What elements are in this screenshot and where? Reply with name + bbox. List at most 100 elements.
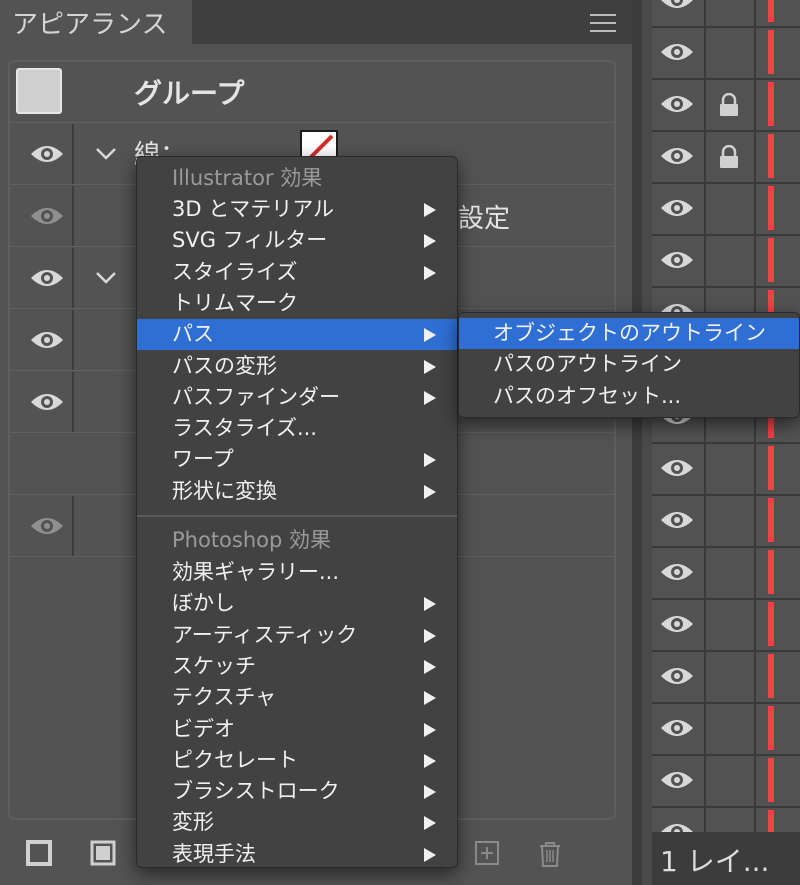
menu-item-illustrator-effect[interactable]: 3D とマテリアル — [137, 194, 457, 225]
group-row[interactable] — [10, 62, 614, 123]
layer-row[interactable] — [652, 704, 800, 756]
submenu-arrow-icon — [424, 816, 436, 831]
submenu-arrow-icon — [424, 597, 436, 612]
layer-row[interactable] — [652, 0, 800, 28]
layer-color-indicator — [768, 446, 774, 490]
menu-item-label: ブラシストローク — [172, 779, 340, 804]
submenu-arrow-icon — [424, 722, 436, 737]
chevron-down-icon[interactable] — [94, 144, 118, 164]
menu-item-photoshop-effect[interactable]: 効果ギャラリー... — [137, 557, 457, 588]
menu-item-path-effect[interactable]: パスのアウトライン — [459, 349, 799, 380]
layer-divider — [704, 652, 706, 702]
chevron-down-icon[interactable] — [94, 268, 118, 288]
layer-visibility-eye-icon[interactable] — [660, 0, 694, 14]
new-fill-icon[interactable] — [90, 840, 116, 866]
menu-item-illustrator-effect[interactable]: パスファインダー — [137, 382, 457, 413]
add-icon[interactable] — [474, 840, 500, 866]
menu-item-path-effect[interactable]: オブジェクトのアウトライン — [459, 318, 799, 349]
menu-item-illustrator-effect[interactable]: パスの変形 — [137, 351, 457, 382]
menu-item-photoshop-effect[interactable]: ピクセレート — [137, 745, 457, 776]
menu-item-photoshop-effect[interactable]: スケッチ — [137, 651, 457, 682]
menu-item-label: オブジェクトのアウトライン — [493, 321, 766, 345]
menu-item-label: パスファインダー — [172, 384, 340, 409]
layer-visibility-eye-icon[interactable] — [660, 94, 694, 118]
menu-item-photoshop-effect[interactable]: 表現手法 — [137, 839, 457, 870]
layer-row[interactable] — [652, 548, 800, 600]
menu-separator — [137, 515, 457, 517]
layer-visibility-eye-icon[interactable] — [660, 562, 694, 586]
layer-count-label: 1 レイ... — [660, 845, 770, 878]
submenu-arrow-icon — [424, 847, 436, 862]
layer-row[interactable] — [652, 652, 800, 704]
visibility-eye-icon[interactable] — [30, 516, 64, 536]
layer-color-indicator — [768, 186, 774, 230]
layer-row[interactable] — [652, 28, 800, 80]
layer-divider — [704, 704, 706, 754]
menu-item-label: テクスチャ — [172, 685, 277, 710]
menu-item-label: パスのオフセット... — [493, 383, 682, 408]
layer-row[interactable] — [652, 184, 800, 236]
layer-row[interactable] — [652, 600, 800, 652]
menu-item-photoshop-effect[interactable]: アーティスティック — [137, 620, 457, 651]
layer-row[interactable] — [652, 496, 800, 548]
menu-item-illustrator-effect[interactable]: SVG フィルター — [137, 225, 457, 256]
layer-visibility-eye-icon[interactable] — [660, 666, 694, 690]
appearance-tab[interactable]: アピアランス — [0, 0, 192, 44]
lock-icon[interactable] — [718, 144, 740, 169]
submenu-arrow-icon — [424, 753, 436, 768]
layer-color-indicator — [768, 758, 774, 802]
panel-menu-icon[interactable] — [590, 14, 616, 32]
layer-divider — [704, 548, 706, 598]
row-divider — [72, 248, 74, 308]
submenu-arrow-icon — [424, 484, 436, 499]
layer-divider — [704, 80, 706, 130]
trash-icon[interactable] — [536, 840, 564, 867]
layer-visibility-eye-icon[interactable] — [660, 770, 694, 794]
visibility-eye-icon[interactable] — [30, 392, 64, 412]
submenu-arrow-icon — [424, 691, 436, 706]
visibility-eye-icon[interactable] — [30, 206, 64, 226]
menu-item-illustrator-effect[interactable]: ワープ — [137, 444, 457, 475]
menu-item-label: 形状に変換 — [172, 478, 277, 503]
menu-item-path-effect[interactable]: パスのオフセット... — [459, 381, 799, 412]
layer-color-indicator — [768, 82, 774, 126]
menu-item-illustrator-effect[interactable]: トリムマーク — [137, 288, 457, 319]
menu-item-illustrator-effect[interactable]: ラスタライズ... — [137, 413, 457, 444]
layer-divider — [704, 28, 706, 78]
menu-item-photoshop-effect[interactable]: ブラシストローク — [137, 776, 457, 807]
menu-item-illustrator-effect[interactable]: 形状に変換 — [137, 476, 457, 507]
layer-visibility-eye-icon[interactable] — [660, 198, 694, 222]
visibility-eye-icon[interactable] — [30, 268, 64, 288]
layer-visibility-eye-icon[interactable] — [660, 458, 694, 482]
layer-row[interactable] — [652, 80, 800, 132]
menu-item-photoshop-effect[interactable]: ぼかし — [137, 588, 457, 619]
lock-icon[interactable] — [718, 92, 740, 117]
visibility-eye-icon[interactable] — [30, 330, 64, 350]
layer-row[interactable] — [652, 444, 800, 496]
menu-item-illustrator-effect[interactable]: スタイライズ — [137, 257, 457, 288]
new-stroke-icon[interactable] — [26, 840, 52, 866]
layer-visibility-eye-icon[interactable] — [660, 614, 694, 638]
effects-menu: Illustrator 効果 3D とマテリアル SVG フィルター スタイライズト… — [136, 156, 458, 868]
row-divider — [72, 496, 74, 556]
visibility-eye-icon[interactable] — [30, 144, 64, 164]
menu-item-label: 変形 — [172, 810, 214, 835]
menu-item-photoshop-effect[interactable]: ビデオ — [137, 714, 457, 745]
panel-tab-bar: アピアランス — [0, 0, 632, 44]
menu-item-label: SVG フィルター — [172, 228, 328, 253]
submenu-arrow-icon — [424, 453, 436, 468]
layer-visibility-eye-icon[interactable] — [660, 250, 694, 274]
layer-row[interactable] — [652, 236, 800, 288]
layer-visibility-eye-icon[interactable] — [660, 42, 694, 66]
layer-visibility-eye-icon[interactable] — [660, 510, 694, 534]
menu-item-photoshop-effect[interactable]: テクスチャ — [137, 682, 457, 713]
layer-visibility-eye-icon[interactable] — [660, 146, 694, 170]
menu-item-label: ぼかし — [172, 591, 235, 616]
menu-item-illustrator-effect[interactable]: パス — [137, 319, 457, 351]
layer-divider — [754, 444, 756, 494]
layer-visibility-eye-icon[interactable] — [660, 718, 694, 742]
menu-item-label: ラスタライズ... — [172, 416, 317, 441]
menu-item-photoshop-effect[interactable]: 変形 — [137, 807, 457, 838]
layer-row[interactable] — [652, 132, 800, 184]
layer-row[interactable] — [652, 756, 800, 808]
